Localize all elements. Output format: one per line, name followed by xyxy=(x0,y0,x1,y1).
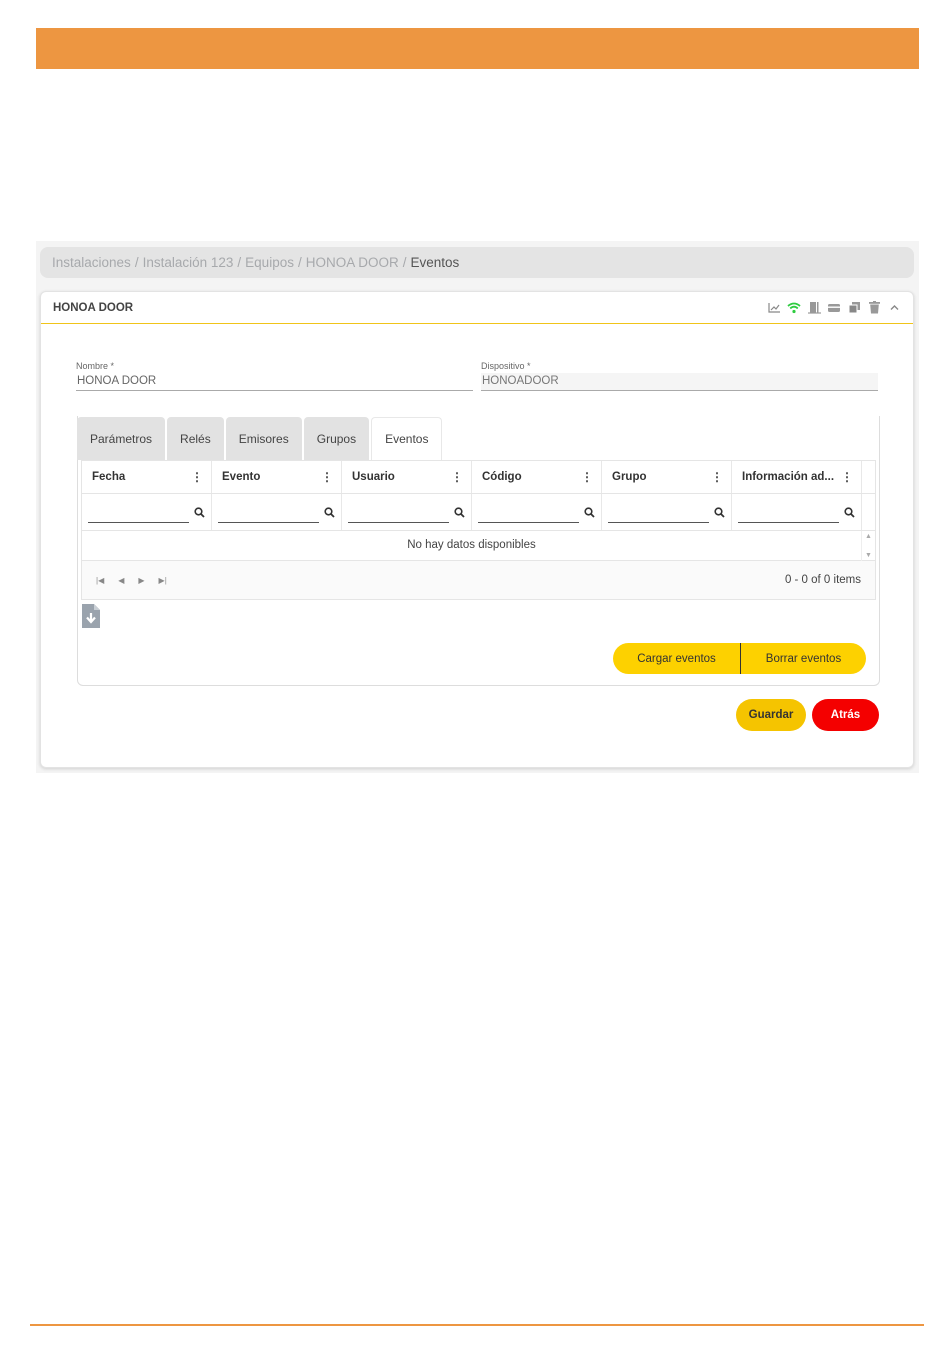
chart-icon[interactable] xyxy=(767,301,781,315)
card-title: HONOA DOOR xyxy=(53,301,134,314)
tab-parametros[interactable]: Parámetros xyxy=(77,417,166,460)
breadcrumb-separator: / xyxy=(402,255,407,270)
column-title: Evento xyxy=(222,471,261,483)
search-icon[interactable] xyxy=(579,506,595,518)
breadcrumb-item-equipos[interactable]: Equipos xyxy=(245,255,294,270)
dispositivo-field: Dispositivo * HONOADOOR xyxy=(481,361,878,391)
filter-input[interactable] xyxy=(478,502,579,523)
column-header-fecha[interactable]: Fecha ⋮ xyxy=(82,461,212,493)
column-menu-icon[interactable]: ⋮ xyxy=(451,470,463,484)
pager-info: 0 - 0 of 0 items xyxy=(784,574,861,586)
save-button[interactable]: Guardar xyxy=(736,699,806,731)
vertical-scrollbar[interactable]: ▲ ▼ xyxy=(861,531,875,561)
trash-icon[interactable] xyxy=(867,301,881,315)
grid-body: No hay datos disponibles ▲ ▼ xyxy=(82,531,875,561)
prev-page-icon[interactable]: ◀ xyxy=(118,576,124,585)
header-band xyxy=(36,28,919,69)
search-icon[interactable] xyxy=(709,506,725,518)
filter-input[interactable] xyxy=(88,502,189,523)
tab-emisores[interactable]: Emisores xyxy=(225,417,302,460)
column-header-grupo[interactable]: Grupo ⋮ xyxy=(602,461,732,493)
column-title: Código xyxy=(482,471,522,483)
device-card: HONOA DOOR Nombre * HONOA DOOR Dispositi… xyxy=(40,291,914,768)
tab-reles[interactable]: Relés xyxy=(167,417,224,460)
events-grid: Fecha ⋮ Evento ⋮ Usuario ⋮ Código ⋮ Grupo ⋮ I… xyxy=(81,460,876,600)
card-actions xyxy=(767,301,901,315)
pager-buttons: |◀ ◀ ▶ ▶| xyxy=(96,576,167,585)
column-title: Información ad... xyxy=(742,471,835,483)
filter-cell-codigo xyxy=(472,494,602,530)
nombre-label: Nombre * xyxy=(76,361,115,371)
events-actions: Cargar eventos Borrar eventos xyxy=(613,643,866,674)
search-icon[interactable] xyxy=(449,506,465,518)
column-header-evento[interactable]: Evento ⋮ xyxy=(212,461,342,493)
grid-header-row: Fecha ⋮ Evento ⋮ Usuario ⋮ Código ⋮ Grupo ⋮ I… xyxy=(82,461,875,494)
first-page-icon[interactable]: |◀ xyxy=(96,576,104,585)
tab-grupos[interactable]: Grupos xyxy=(303,417,370,460)
borrar-eventos-button[interactable]: Borrar eventos xyxy=(741,643,866,674)
nombre-field: Nombre * HONOA DOOR xyxy=(76,361,473,391)
tab-eventos[interactable]: Eventos xyxy=(371,417,443,460)
search-icon[interactable] xyxy=(319,506,335,518)
card-reader-icon[interactable] xyxy=(827,301,841,315)
column-title: Usuario xyxy=(352,471,395,483)
dispositivo-input: HONOADOOR xyxy=(481,373,878,391)
dispositivo-label: Dispositivo * xyxy=(481,361,531,371)
grid-filter-row xyxy=(82,494,875,531)
nombre-input[interactable]: HONOA DOOR xyxy=(76,373,473,391)
chevron-up-icon[interactable] xyxy=(887,301,901,315)
column-menu-icon[interactable]: ⋮ xyxy=(191,470,203,484)
filter-cell-evento xyxy=(212,494,342,530)
pager: |◀ ◀ ▶ ▶| 0 - 0 of 0 items xyxy=(82,561,875,599)
filter-cell-informacion xyxy=(732,494,862,530)
document-page: Instalaciones / Instalación 123 / Equipo… xyxy=(0,0,950,1357)
column-header-codigo[interactable]: Código ⋮ xyxy=(472,461,602,493)
column-menu-icon[interactable]: ⋮ xyxy=(711,470,723,484)
breadcrumb-item-instalacion[interactable]: Instalación 123 xyxy=(143,255,234,270)
column-title: Fecha xyxy=(92,471,126,483)
cargar-eventos-button[interactable]: Cargar eventos xyxy=(613,643,741,674)
footer-rule xyxy=(30,1324,924,1326)
column-menu-icon[interactable]: ⋮ xyxy=(581,470,593,484)
breadcrumb-separator: / xyxy=(297,255,302,270)
copy-icon[interactable] xyxy=(847,301,861,315)
column-title: Grupo xyxy=(612,471,647,483)
wifi-icon[interactable] xyxy=(787,301,801,315)
search-icon[interactable] xyxy=(189,506,205,518)
empty-message: No hay datos disponibles xyxy=(407,539,536,551)
filter-cell-grupo xyxy=(602,494,732,530)
next-page-icon[interactable]: ▶ xyxy=(138,576,144,585)
column-menu-icon[interactable]: ⋮ xyxy=(321,470,333,484)
tab-bar: Parámetros Relés Emisores Grupos Eventos xyxy=(77,417,444,460)
filter-input[interactable] xyxy=(608,502,709,523)
breadcrumb-separator: / xyxy=(237,255,242,270)
export-file-icon[interactable] xyxy=(82,604,100,633)
column-menu-icon[interactable]: ⋮ xyxy=(841,470,853,484)
breadcrumb-item-device[interactable]: HONOA DOOR xyxy=(306,255,399,270)
scroll-down-icon[interactable]: ▼ xyxy=(865,552,872,559)
column-header-informacion[interactable]: Información ad... ⋮ xyxy=(732,461,862,493)
filter-input[interactable] xyxy=(218,502,319,523)
filter-input[interactable] xyxy=(348,502,449,523)
breadcrumb-separator: / xyxy=(134,255,139,270)
filter-input[interactable] xyxy=(738,502,839,523)
breadcrumb: Instalaciones / Instalación 123 / Equipo… xyxy=(40,247,914,278)
column-header-usuario[interactable]: Usuario ⋮ xyxy=(342,461,472,493)
filter-cell-usuario xyxy=(342,494,472,530)
last-page-icon[interactable]: ▶| xyxy=(159,576,167,585)
scroll-up-icon[interactable]: ▲ xyxy=(865,533,872,540)
filter-cell-fecha xyxy=(82,494,212,530)
search-icon[interactable] xyxy=(839,506,855,518)
door-icon[interactable] xyxy=(807,301,821,315)
card-header: HONOA DOOR xyxy=(41,292,913,324)
app-screenshot: Instalaciones / Instalación 123 / Equipo… xyxy=(36,241,919,773)
breadcrumb-item-instalaciones[interactable]: Instalaciones xyxy=(52,255,131,270)
breadcrumb-current: Eventos xyxy=(410,255,460,270)
back-button[interactable]: Atrás xyxy=(812,699,879,731)
